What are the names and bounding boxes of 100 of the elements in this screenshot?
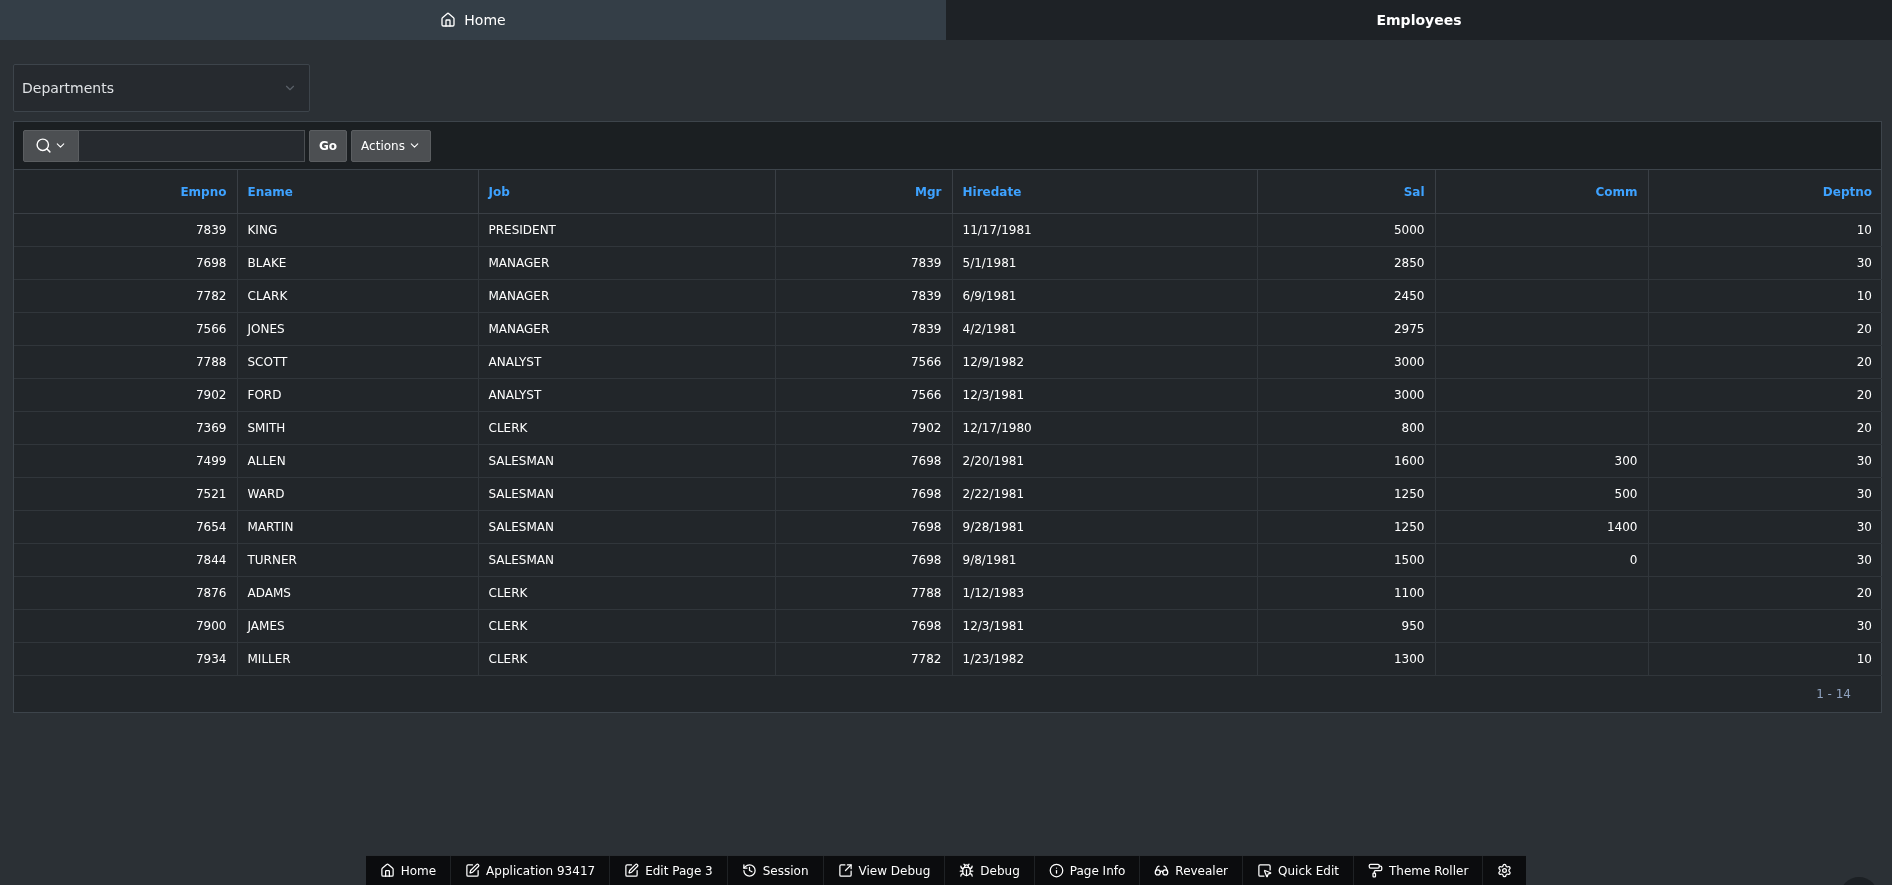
actions-button[interactable]: Actions — [351, 129, 431, 162]
table-cell: MANAGER — [478, 246, 775, 280]
table-cell: 30 — [1648, 246, 1882, 280]
table-cell: 5000 — [1257, 213, 1435, 247]
table-cell: 20 — [1648, 576, 1882, 610]
nav-tab[interactable]: Home — [0, 0, 946, 40]
table-cell: 7566 — [775, 378, 952, 412]
search-icon — [35, 137, 52, 154]
table-cell: 1250 — [1257, 510, 1435, 544]
table-cell: 30 — [1648, 444, 1882, 478]
nav-tab[interactable]: Employees — [946, 0, 1892, 40]
table-cell: 10 — [1648, 213, 1882, 247]
table-cell: 7499 — [14, 444, 237, 478]
table-cell: SALESMAN — [478, 543, 775, 577]
departments-select[interactable]: Departments — [13, 64, 310, 112]
table-cell: 7788 — [775, 576, 952, 610]
toolbar-link[interactable]: Debug — [945, 856, 1035, 885]
table-cell: MANAGER — [478, 312, 775, 346]
table-cell: 1/12/1983 — [952, 576, 1257, 610]
table-cell: 11/17/1981 — [952, 213, 1257, 247]
column-header[interactable]: Sal — [1257, 170, 1435, 214]
toolbar-link[interactable]: Home — [365, 856, 452, 885]
table-cell: JONES — [237, 312, 478, 346]
table-cell: 7902 — [775, 411, 952, 445]
table-cell: CLERK — [478, 411, 775, 445]
paint-roller-icon — [1368, 863, 1383, 878]
table-cell: 1500 — [1257, 543, 1435, 577]
table-cell: SALESMAN — [478, 477, 775, 511]
table-cell: 0 — [1435, 543, 1648, 577]
toolbar-link[interactable]: View Debug — [823, 856, 946, 885]
table-cell: CLARK — [237, 279, 478, 313]
table-cell: 9/28/1981 — [952, 510, 1257, 544]
table-cell: 7902 — [14, 378, 237, 412]
table-cell: CLERK — [478, 576, 775, 610]
go-button[interactable]: Go — [309, 129, 348, 162]
table-cell: SCOTT — [237, 345, 478, 379]
column-header[interactable]: Comm — [1435, 170, 1648, 214]
table-cell: CLERK — [478, 609, 775, 643]
table-cell: 30 — [1648, 543, 1882, 577]
table-cell: 1400 — [1435, 510, 1648, 544]
toolbar-link[interactable]: Page Info — [1034, 856, 1141, 885]
table-cell: MANAGER — [478, 279, 775, 313]
column-header[interactable]: Ename — [237, 170, 478, 214]
table-cell: 2/22/1981 — [952, 477, 1257, 511]
table-cell: 950 — [1257, 609, 1435, 643]
pencil-square-icon — [624, 863, 640, 878]
table-cell: 7698 — [775, 543, 952, 577]
table-cell: 800 — [1257, 411, 1435, 445]
column-header[interactable]: Deptno — [1648, 170, 1882, 214]
clock-icon — [741, 863, 757, 878]
toolbar-link[interactable]: Quick Edit — [1243, 856, 1354, 885]
pointer-square-icon — [1257, 863, 1272, 878]
table-cell: BLAKE — [237, 246, 478, 280]
toolbar-link[interactable]: Session — [727, 856, 824, 885]
table-cell: 10 — [1648, 279, 1882, 313]
table-cell: 7839 — [14, 213, 237, 247]
table-cell: 2850 — [1257, 246, 1435, 280]
info-icon — [1048, 863, 1064, 878]
table-cell: CLERK — [478, 642, 775, 676]
pencil-square-icon — [465, 863, 481, 878]
table-cell: SALESMAN — [478, 444, 775, 478]
toolbar-link[interactable]: Application 93417 — [451, 856, 611, 885]
table-cell: TURNER — [237, 543, 478, 577]
column-header[interactable]: Mgr — [775, 170, 952, 214]
table-cell: 7698 — [775, 609, 952, 643]
table-cell: 7934 — [14, 642, 237, 676]
search-menu-button[interactable] — [23, 129, 79, 162]
table-cell: 300 — [1435, 444, 1648, 478]
table-cell: MARTIN — [237, 510, 478, 544]
table-cell: 7876 — [14, 576, 237, 610]
table-cell: 7839 — [775, 279, 952, 313]
table-cell: 500 — [1435, 477, 1648, 511]
table-cell: 12/3/1981 — [952, 609, 1257, 643]
table-cell: 1100 — [1257, 576, 1435, 610]
table-cell: 12/17/1980 — [952, 411, 1257, 445]
table-cell: 30 — [1648, 609, 1882, 643]
table-cell: 7782 — [14, 279, 237, 313]
toolbar-link[interactable]: Edit Page 3 — [610, 856, 728, 885]
toolbar-link[interactable]: Revealer — [1140, 856, 1243, 885]
table-cell: 7698 — [775, 477, 952, 511]
table-cell: 5/1/1981 — [952, 246, 1257, 280]
table-cell: 1/23/1982 — [952, 642, 1257, 676]
home-icon — [379, 863, 395, 878]
table-cell: PRESIDENT — [478, 213, 775, 247]
table-cell: 30 — [1648, 510, 1882, 544]
table-cell: 7839 — [775, 246, 952, 280]
column-header[interactable]: Empno — [14, 170, 237, 214]
table-cell: 20 — [1648, 312, 1882, 346]
table-cell: 2975 — [1257, 312, 1435, 346]
table-cell: 7566 — [14, 312, 237, 346]
table-cell: 2/20/1981 — [952, 444, 1257, 478]
search-field[interactable] — [79, 129, 305, 162]
table-cell: ANALYST — [478, 345, 775, 379]
column-header[interactable]: Job — [478, 170, 775, 214]
table-cell: 7369 — [14, 411, 237, 445]
table-cell: 4/2/1981 — [952, 312, 1257, 346]
column-header[interactable]: Hiredate — [952, 170, 1257, 214]
table-cell: JAMES — [237, 609, 478, 643]
table-cell: 20 — [1648, 345, 1882, 379]
toolbar-link[interactable]: Theme Roller — [1354, 856, 1484, 885]
